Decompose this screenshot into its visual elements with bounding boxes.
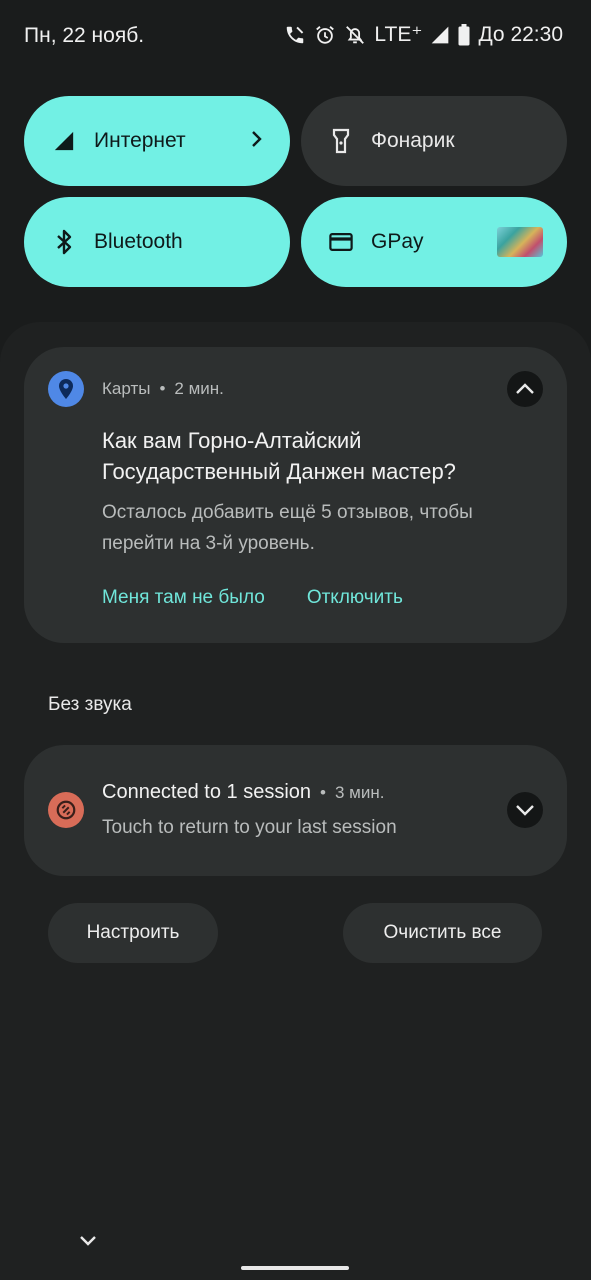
tile-internet[interactable]: Интернет [24,96,290,186]
chevron-up-icon [516,383,534,394]
home-indicator[interactable] [241,1266,349,1270]
settings-button[interactable]: Настроить [48,903,218,963]
notification-body: Осталось добавить ещё 5 отзывов, чтобы п… [102,502,473,554]
alarm-time: До 22:30 [478,22,563,46]
session-time: 3 мин. [334,783,385,802]
maps-notification[interactable]: Карты • 2 мин. Как вам Горно-Алтайский Гос… [24,347,567,643]
flashlight-icon [329,128,353,154]
tile-gpay[interactable]: GPay [301,197,567,287]
alarm-icon [314,24,336,46]
wifi-calling-icon [284,24,306,46]
bluetooth-icon [52,229,76,255]
card-thumbnail [497,227,543,257]
tile-flashlight-label: Фонарик [371,129,455,152]
chevron-right-icon [250,129,264,154]
session-body: Touch to return to your last session [102,817,397,838]
remote-session-icon [48,792,84,828]
status-bar: Пн, 22 нояб. LTE⁺ До 22:30 [0,0,591,72]
notification-meta: Карты • 2 мин. [102,379,224,398]
battery-icon [458,23,470,46]
action-disable[interactable]: Отключить [307,587,403,609]
chevron-down-icon[interactable] [78,1234,98,1253]
session-title-row: Connected to 1 session • 3 мин. [102,781,385,803]
notifications-off-icon [344,24,366,46]
notification-actions: Меня там не было Отключить [102,587,403,609]
session-notification[interactable]: Connected to 1 session • 3 мин. Touch to r… [24,745,567,876]
status-icons: LTE⁺ До 22:30 [284,22,563,47]
tile-bluetooth[interactable]: Bluetooth [24,197,290,287]
silent-section-label: Без звука [48,694,132,715]
tile-internet-label: Интернет [94,129,186,152]
expand-button[interactable] [507,792,543,828]
network-type: LTE⁺ [374,23,423,46]
card-icon [329,230,353,254]
clear-all-button[interactable]: Очистить все [343,903,542,963]
chevron-down-icon [516,805,534,816]
tile-flashlight[interactable]: Фонарик [301,96,567,186]
notification-title: Как вам Горно-Алтайский Государственный … [102,428,456,484]
signal-icon [430,25,450,45]
maps-pin-icon [48,371,84,407]
notification-time: 2 мин. [174,379,224,398]
session-title: Connected to 1 session [102,781,312,803]
collapse-button[interactable] [507,371,543,407]
action-not-visited[interactable]: Меня там не было [102,587,265,609]
signal-icon [52,129,76,153]
tile-gpay-label: GPay [371,230,424,253]
notification-app-name: Карты [102,379,151,398]
status-date: Пн, 22 нояб. [24,24,145,47]
tile-bluetooth-label: Bluetooth [94,230,183,253]
